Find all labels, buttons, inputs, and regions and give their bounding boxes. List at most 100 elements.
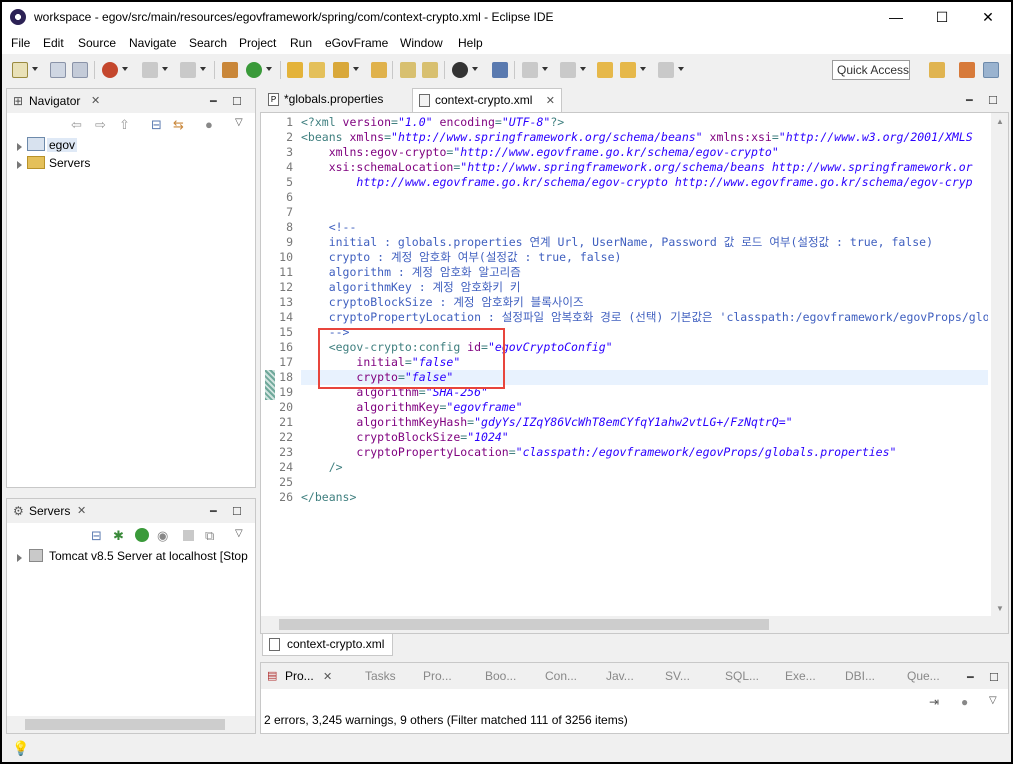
minimize-icon[interactable]: ━	[966, 94, 973, 107]
chevron-down-icon[interactable]	[472, 67, 478, 71]
menu-navigate[interactable]: Navigate	[129, 36, 176, 50]
run-icon[interactable]	[246, 62, 262, 78]
code-line[interactable]: algorithmKey : 계정 암호화키 키	[301, 280, 521, 295]
menu-window[interactable]: Window	[400, 36, 443, 50]
servers-tab[interactable]: Servers	[29, 504, 70, 518]
code-line[interactable]: <beans xmlns="http://www.springframework…	[301, 130, 973, 145]
scroll-down-icon[interactable]: ▼	[996, 604, 1004, 613]
maximize-button[interactable]: ☐	[919, 2, 965, 32]
scrollbar-thumb[interactable]	[279, 619, 769, 630]
tab-properties[interactable]: Pro...	[423, 669, 452, 683]
tab-dbi[interactable]: DBI...	[845, 669, 875, 683]
start-server-icon[interactable]	[135, 528, 149, 542]
code-line[interactable]: initial : globals.properties 연계 Url, Use…	[301, 235, 933, 250]
code-line[interactable]: cryptoBlockSize : 계정 암호화키 블록사이즈	[301, 295, 584, 310]
menu-help[interactable]: Help	[458, 36, 483, 50]
build-icon[interactable]	[222, 62, 238, 78]
console-icon[interactable]	[492, 62, 508, 78]
close-icon[interactable]: ✕	[546, 94, 555, 107]
vertical-scrollbar[interactable]: ▲ ▼	[991, 113, 1008, 633]
tab-query[interactable]: Que...	[907, 669, 940, 683]
scroll-up-icon[interactable]: ▲	[996, 117, 1004, 126]
stop-icon[interactable]	[142, 62, 158, 78]
edit-icon[interactable]	[422, 62, 438, 78]
tab-source[interactable]: context-crypto.xml	[262, 634, 394, 656]
stop-server-icon[interactable]	[183, 530, 194, 541]
view-menu-icon[interactable]: ▽	[235, 528, 243, 539]
tab-svn[interactable]: SV...	[665, 669, 690, 683]
search-tool-icon[interactable]	[333, 62, 349, 78]
chevron-down-icon[interactable]	[32, 67, 38, 71]
close-button[interactable]: ✕	[965, 2, 1011, 32]
code-line[interactable]: xsi:schemaLocation="http://www.springfra…	[301, 160, 973, 175]
next-annotation-icon[interactable]	[522, 62, 538, 78]
chevron-down-icon[interactable]	[542, 67, 548, 71]
back-nav-icon[interactable]: ⇦	[71, 117, 82, 133]
code-line[interactable]: http://www.egovframe.go.kr/schema/egov-c…	[301, 175, 972, 190]
focus-icon[interactable]: ●	[961, 695, 968, 709]
lightbulb-icon[interactable]: 💡	[12, 740, 29, 757]
menu-source[interactable]: Source	[78, 36, 116, 50]
open-folder-icon[interactable]	[309, 62, 325, 78]
code-line[interactable]: cryptoBlockSize="1024"	[301, 430, 508, 445]
open-type-icon[interactable]	[287, 62, 303, 78]
maximize-icon[interactable]: ☐	[232, 95, 242, 108]
code-line[interactable]: xmlns:egov-crypto="http://www.egovframe.…	[301, 145, 779, 160]
save-all-icon[interactable]	[72, 62, 88, 78]
scrollbar-thumb[interactable]	[25, 719, 225, 730]
tab-tasks[interactable]: Tasks	[365, 669, 396, 683]
view-menu-icon[interactable]: ▽	[989, 695, 997, 706]
code-line[interactable]: crypto : 계정 암호화 여부(설정값 : true, false)	[301, 250, 622, 265]
menu-search[interactable]: Search	[189, 36, 227, 50]
minimize-button[interactable]: —	[873, 2, 919, 32]
close-icon[interactable]: ✕	[91, 94, 100, 107]
horizontal-scrollbar[interactable]	[261, 616, 991, 633]
chevron-down-icon[interactable]	[162, 67, 168, 71]
menu-file[interactable]: File	[11, 36, 30, 50]
maximize-icon[interactable]: ☐	[989, 671, 999, 684]
menu-project[interactable]: Project	[239, 36, 276, 50]
code-line[interactable]: </beans>	[301, 490, 356, 505]
tab-execution[interactable]: Exe...	[785, 669, 816, 683]
egov-perspective-icon[interactable]	[983, 62, 999, 78]
minimize-icon[interactable]: ━	[210, 95, 217, 108]
java-ee-perspective-icon[interactable]	[959, 62, 975, 78]
toggle-icon[interactable]	[452, 62, 468, 78]
menu-egovframe[interactable]: eGovFrame	[325, 36, 388, 50]
tab-problems[interactable]: Pro...	[285, 669, 314, 683]
close-icon[interactable]: ✕	[77, 504, 86, 517]
tab-sql[interactable]: SQL...	[725, 669, 759, 683]
maximize-icon[interactable]: ☐	[232, 505, 242, 518]
collapse-all-icon[interactable]: ⊟	[151, 117, 162, 133]
menu-run[interactable]: Run	[290, 36, 312, 50]
chevron-down-icon[interactable]	[580, 67, 586, 71]
horizontal-scrollbar[interactable]	[7, 716, 255, 733]
maximize-icon[interactable]: ☐	[988, 94, 998, 107]
debug-server-icon[interactable]: ✱	[113, 528, 124, 544]
expand-icon[interactable]	[17, 161, 22, 169]
tree-item-servers[interactable]: Servers	[49, 156, 90, 170]
save-icon[interactable]	[50, 62, 66, 78]
code-line[interactable]: cryptoPropertyLocation : 설정파일 암복호화 경로 (선…	[301, 310, 988, 325]
chevron-down-icon[interactable]	[640, 67, 646, 71]
link-editor-icon[interactable]: ⇆	[173, 117, 184, 133]
publish-icon[interactable]: ⧉	[205, 528, 214, 544]
forward-nav-icon[interactable]: ⇨	[95, 117, 106, 133]
tree-item-tomcat[interactable]: Tomcat v8.5 Server at localhost [Stop	[49, 549, 255, 563]
tab-bookmarks[interactable]: Boo...	[485, 669, 516, 683]
collapse-icon[interactable]: ⊟	[91, 528, 102, 544]
new-icon[interactable]	[12, 62, 28, 78]
code-line[interactable]: cryptoPropertyLocation="classpath:/egovf…	[301, 445, 896, 460]
open-task-icon[interactable]	[371, 62, 387, 78]
view-menu-icon[interactable]: ▽	[235, 117, 243, 128]
code-line[interactable]: <!--	[301, 220, 357, 235]
code-line[interactable]: algorithmKey="egovframe"	[301, 400, 522, 415]
expand-icon[interactable]	[17, 554, 22, 562]
tab-console[interactable]: Con...	[545, 669, 577, 683]
minimize-icon[interactable]: ━	[967, 671, 974, 684]
close-icon[interactable]: ✕	[323, 670, 332, 683]
prev-annotation-icon[interactable]	[560, 62, 576, 78]
tab-context-crypto[interactable]: context-crypto.xml ✕	[412, 88, 562, 112]
chevron-down-icon[interactable]	[353, 67, 359, 71]
up-icon[interactable]: ⇧	[119, 117, 130, 133]
